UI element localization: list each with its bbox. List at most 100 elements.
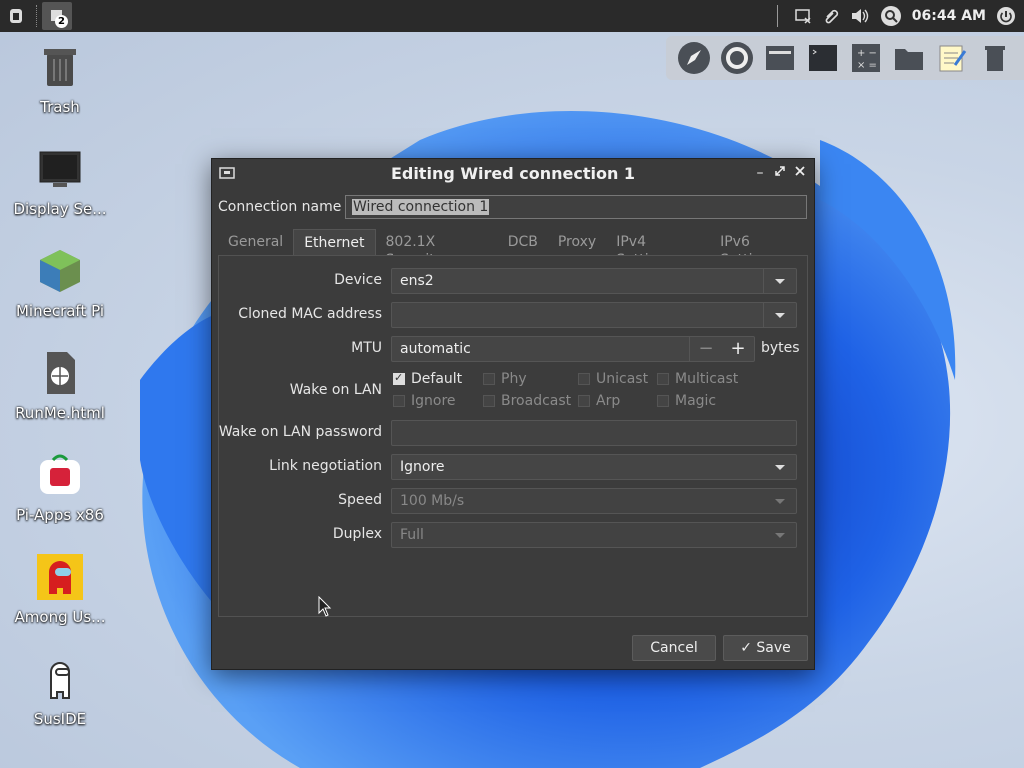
- browser-icon: [721, 42, 753, 74]
- dock-terminal[interactable]: [805, 40, 841, 76]
- dock: + − × =: [666, 36, 1024, 80]
- desktop-icon-trash[interactable]: Trash: [5, 44, 115, 116]
- device-combobox[interactable]: ens2: [391, 268, 797, 294]
- wol-password-input[interactable]: [391, 420, 797, 446]
- cloned-mac-label: Cloned MAC address: [238, 306, 382, 322]
- save-label: Save: [756, 640, 791, 656]
- wol-phy-label: Phy: [501, 371, 527, 387]
- maximize-button[interactable]: [772, 165, 788, 181]
- dialog-title: Editing Wired connection 1: [390, 164, 636, 183]
- display-icon[interactable]: [794, 7, 812, 25]
- wol-phy-checkbox[interactable]: Phy: [483, 371, 527, 387]
- connection-name-label: Connection name: [218, 199, 342, 215]
- desktop-icon-among-us[interactable]: Among Us...: [5, 554, 115, 626]
- wol-magic-checkbox[interactable]: Magic: [657, 393, 716, 409]
- dock-trash[interactable]: [977, 40, 1013, 76]
- wol-arp-checkbox[interactable]: Arp: [578, 393, 620, 409]
- tab-8021x-security[interactable]: 802.1X Security: [376, 229, 498, 268]
- paperclip-icon[interactable]: [822, 7, 840, 25]
- desktop-icon-display-settings[interactable]: Display Se...: [5, 146, 115, 218]
- wol-default-checkbox[interactable]: Default: [393, 371, 462, 387]
- calculator-icon: + −× =: [852, 44, 880, 72]
- chevron-down-icon[interactable]: [763, 303, 796, 327]
- duplex-combobox[interactable]: Full: [391, 522, 797, 548]
- window-icon: [766, 46, 794, 70]
- tab-general[interactable]: General: [218, 229, 293, 255]
- trash-icon: [985, 46, 1005, 71]
- speed-value: 100 Mb/s: [400, 493, 465, 509]
- tab-dcb[interactable]: DCB: [498, 229, 548, 255]
- connection-name-input[interactable]: Wired connection 1: [345, 195, 807, 219]
- tab-proxy[interactable]: Proxy: [548, 229, 606, 255]
- notification-button[interactable]: 2: [42, 2, 72, 30]
- mtu-label: MTU: [351, 340, 382, 356]
- close-icon: [795, 166, 805, 176]
- dialog-titlebar[interactable]: Editing Wired connection 1 –: [212, 159, 814, 189]
- desktop-icon-minecraft[interactable]: Minecraft Pi: [5, 248, 115, 320]
- minecraft-icon: [40, 250, 80, 292]
- wol-ignore-checkbox[interactable]: Ignore: [393, 393, 456, 409]
- duplex-value: Full: [400, 527, 424, 543]
- check-icon: ✓: [740, 640, 752, 656]
- tab-ethernet[interactable]: Ethernet: [293, 229, 376, 255]
- speed-label: Speed: [338, 492, 382, 508]
- tab-ipv4-settings[interactable]: IPv4 Settings: [606, 229, 710, 268]
- dock-window[interactable]: [762, 40, 798, 76]
- ethernet-tab-panel: Device ens2 Cloned MAC address MTU autom…: [218, 255, 808, 617]
- notes-icon: [939, 45, 967, 72]
- chevron-down-icon[interactable]: [763, 269, 796, 293]
- desktop-icon-label: Pi-Apps x86: [16, 506, 104, 524]
- chevron-down-icon[interactable]: [764, 455, 796, 479]
- link-negotiation-combobox[interactable]: Ignore: [391, 454, 797, 480]
- wol-multicast-checkbox[interactable]: Multicast: [657, 371, 738, 387]
- desktop-icon-pi-apps[interactable]: Pi-Apps x86: [5, 452, 115, 524]
- top-panel: 2 06:44 AM: [0, 0, 1024, 32]
- wol-default-label: Default: [411, 371, 463, 387]
- dock-calculator[interactable]: + − × =: [848, 40, 884, 76]
- checkbox-box: [483, 373, 495, 385]
- panel-separator: [36, 5, 38, 27]
- monitor-icon: [39, 151, 81, 187]
- wol-unicast-label: Unicast: [596, 371, 649, 387]
- dock-browser[interactable]: [719, 40, 755, 76]
- folder-icon: [895, 49, 923, 70]
- terminal-icon: [809, 45, 837, 71]
- mtu-spinbutton[interactable]: automatic − +: [391, 336, 755, 362]
- desktop-icon-label: SusIDE: [33, 710, 87, 728]
- checkbox-box: [578, 395, 590, 407]
- mtu-increment-button[interactable]: +: [722, 337, 754, 361]
- mtu-decrement-button[interactable]: −: [689, 337, 722, 361]
- desktop-icon-runme[interactable]: RunMe.html: [5, 350, 115, 422]
- minimize-button[interactable]: –: [752, 165, 768, 181]
- wol-unicast-checkbox[interactable]: Unicast: [578, 371, 648, 387]
- volume-icon[interactable]: [850, 7, 870, 25]
- cloned-mac-combobox[interactable]: [391, 302, 797, 328]
- tray-separator: [776, 5, 778, 27]
- wol-broadcast-label: Broadcast: [501, 393, 572, 409]
- close-button[interactable]: [792, 165, 808, 181]
- checkbox-box: [657, 373, 669, 385]
- tab-bar: General Ethernet 802.1X Security DCB Pro…: [218, 229, 814, 268]
- wol-multicast-label: Multicast: [675, 371, 739, 387]
- cancel-button[interactable]: Cancel: [632, 635, 716, 661]
- dock-files[interactable]: [891, 40, 927, 76]
- trash-icon: [44, 49, 76, 86]
- wol-label: Wake on LAN: [289, 382, 382, 398]
- svg-text:+ −: + −: [857, 48, 877, 59]
- dock-launcher[interactable]: [676, 40, 712, 76]
- among-us-icon: [37, 554, 83, 600]
- desktop-icon-suside[interactable]: SusIDE: [5, 656, 115, 728]
- desktop-icon-label: RunMe.html: [15, 404, 105, 422]
- rocket-icon: [678, 42, 710, 74]
- speed-combobox[interactable]: 100 Mb/s: [391, 488, 797, 514]
- save-button[interactable]: ✓ Save: [723, 635, 808, 661]
- app-menu-button[interactable]: [0, 0, 32, 32]
- tab-ipv6-settings[interactable]: IPv6 Settings: [710, 229, 814, 268]
- html-file-icon: [47, 352, 75, 394]
- desktop-icon-label: Minecraft Pi: [15, 302, 104, 320]
- clock[interactable]: 06:44 AM: [912, 8, 986, 24]
- wol-broadcast-checkbox[interactable]: Broadcast: [483, 393, 571, 409]
- dock-notes[interactable]: [934, 40, 970, 76]
- search-icon[interactable]: [880, 5, 902, 27]
- power-icon[interactable]: [996, 6, 1016, 26]
